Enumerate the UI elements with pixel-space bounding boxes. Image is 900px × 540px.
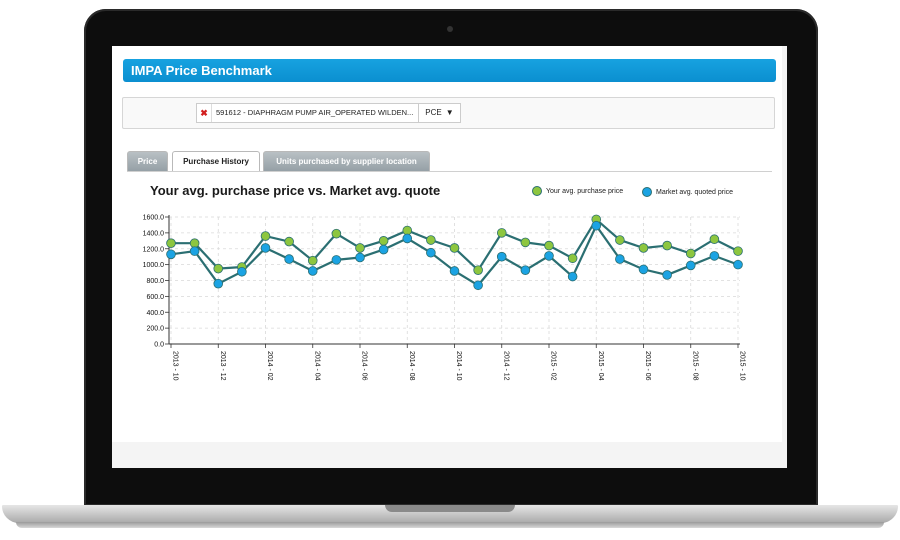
data-point-1 [166,249,176,260]
data-point-1 [426,247,436,258]
camera-dot [447,26,453,32]
x-tick-label: 2014 - 08 [408,351,415,381]
data-point-0 [378,236,389,246]
laptop-notch [385,505,515,512]
data-point-1 [237,266,247,277]
data-point-1 [496,251,507,262]
laptop-foot [16,522,884,528]
x-tick-label: 2014 - 02 [266,351,273,381]
data-point-0 [685,248,696,259]
data-point-1 [520,265,531,275]
y-tick-label: 800.0 [146,278,164,285]
data-point-1 [355,252,365,263]
x-tick-label: 2013 - 10 [172,351,179,381]
y-tick-label: 600.0 [146,294,164,301]
data-point-0 [307,255,318,266]
y-tick-label: 1000.0 [143,262,165,269]
data-point-1 [378,244,389,255]
y-tick-label: 400.0 [146,310,164,317]
x-tick-label: 2013 - 12 [219,351,226,381]
data-point-1 [544,251,554,261]
data-point-1 [567,271,578,282]
data-point-0 [567,253,578,264]
data-point-1 [260,243,271,253]
x-tick-label: 2015 - 06 [644,351,651,381]
data-point-1 [685,260,696,271]
data-point-1 [615,254,625,264]
data-point-0 [473,265,483,275]
data-point-1 [331,255,342,265]
x-tick-label: 2015 - 02 [550,351,557,381]
screen: IMPA Price Benchmark ✖ 591612 - DIAPHRAG… [112,46,787,468]
data-point-0 [638,243,649,253]
x-tick-label: 2015 - 08 [691,351,698,381]
data-point-0 [355,243,365,253]
data-point-1 [449,266,460,276]
data-point-1 [284,254,294,264]
data-point-0 [520,237,531,248]
data-point-1 [307,266,318,276]
data-point-1 [213,278,224,289]
data-point-0 [260,231,271,241]
data-point-0 [662,240,672,251]
y-tick-label: 0.0 [154,342,164,349]
data-point-1 [638,264,649,275]
data-point-0 [284,236,294,247]
y-tick-label: 1600.0 [143,215,165,222]
data-point-0 [189,238,200,248]
data-point-1 [662,270,672,280]
y-tick-label: 1400.0 [143,230,165,237]
data-point-1 [402,233,413,244]
x-tick-label: 2014 - 12 [502,351,509,381]
line-chart: 0.0 200.0 400.0 600.0 800.0 1000.0 1200.0 1400.… [143,215,746,381]
x-tick-label: 2014 - 06 [361,351,368,381]
data-point-1 [591,220,602,231]
x-tick-label: 2015 - 10 [739,351,746,381]
data-point-1 [709,251,720,261]
data-point-0 [709,234,720,245]
data-point-0 [166,238,176,248]
x-tick-label: 2014 - 04 [313,351,320,381]
data-point-0 [331,228,342,239]
y-tick-label: 1200.0 [143,246,165,253]
data-point-0 [402,225,413,236]
data-point-0 [213,263,224,274]
data-point-0 [615,235,625,245]
data-point-0 [449,243,460,253]
data-point-0 [496,228,507,238]
x-tick-label: 2014 - 10 [455,351,462,381]
y-tick-label: 200.0 [146,326,164,333]
app-window: IMPA Price Benchmark ✖ 591612 - DIAPHRAG… [112,46,782,442]
data-point-1 [733,259,743,270]
data-point-0 [733,246,743,256]
data-point-1 [473,280,483,291]
x-tick-label: 2015 - 04 [597,351,604,381]
data-point-0 [544,240,554,251]
data-point-1 [189,246,200,256]
data-point-0 [426,235,436,245]
